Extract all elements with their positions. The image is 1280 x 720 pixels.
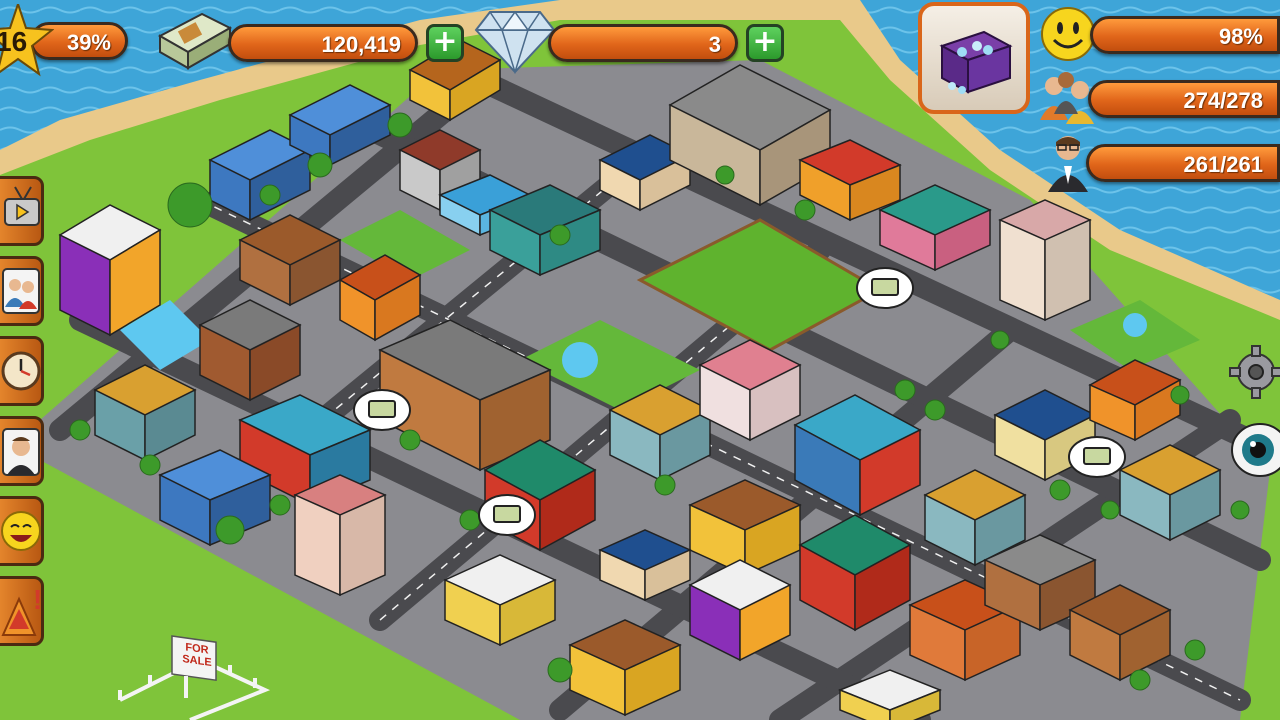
svg-text:!: ! (33, 584, 42, 615)
happiness-bar[interactable]: 98% (1090, 16, 1280, 54)
sidebar-clock-button[interactable] (0, 336, 44, 406)
tv-icon (4, 186, 40, 226)
sidebar-advisor-button[interactable] (0, 416, 44, 486)
clock-icon (1, 351, 41, 391)
worker-icon (1044, 132, 1092, 192)
treasure-chest-icon (939, 30, 1013, 94)
money-icon (156, 8, 233, 74)
money-bar[interactable]: 120,419 (228, 24, 418, 62)
diamonds-amount: 3 (708, 32, 721, 57)
money-amount: 120,419 (321, 32, 401, 57)
diamonds-bar[interactable]: 3 (548, 24, 738, 62)
diamond-icon (474, 8, 556, 75)
workers-bar[interactable]: 261/261 (1086, 144, 1280, 182)
sidebar-happiness-button[interactable] (0, 496, 44, 566)
population-bar[interactable]: 274/278 (1088, 80, 1280, 118)
people-icon (2, 268, 40, 314)
gear-icon (1229, 345, 1280, 399)
sidebar-tv-button[interactable] (0, 176, 44, 246)
treasure-chest-button[interactable] (918, 2, 1030, 114)
sidebar-social-button[interactable] (0, 256, 44, 326)
alert-icon: ! (1, 584, 42, 636)
level-number: 16 (0, 26, 28, 57)
eye-icon (1231, 423, 1280, 477)
settings-button[interactable] (1228, 344, 1280, 400)
advisor-icon (2, 428, 40, 476)
smiley-icon (1, 511, 41, 551)
workers-value: 261/261 (1183, 152, 1263, 177)
happiness-value: 98% (1218, 24, 1263, 49)
add-diamonds-button[interactable]: + (746, 24, 784, 62)
view-toggle-button[interactable] (1228, 420, 1280, 480)
sidebar-alert-button[interactable]: ! (0, 576, 44, 646)
population-value: 274/278 (1183, 88, 1263, 113)
add-money-button[interactable]: + (426, 24, 464, 62)
happiness-icon (1040, 6, 1096, 62)
level-progress-text: 39% (66, 30, 111, 55)
level-star[interactable]: 16 (0, 0, 55, 78)
